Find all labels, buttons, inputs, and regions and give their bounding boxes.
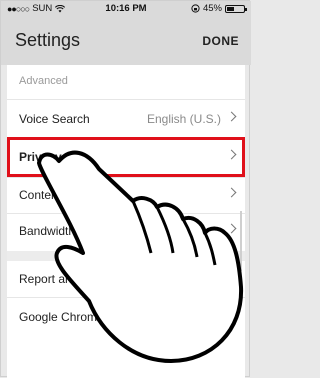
- status-bar: ●●○○○ SUN 10:16 PM 45%: [1, 1, 251, 17]
- google-chrome-label: Google Chrome: [19, 310, 104, 324]
- chevron-right-icon: [226, 187, 237, 198]
- status-right: 45%: [191, 3, 247, 14]
- bandwidth-row[interactable]: Bandwidth: [7, 213, 245, 249]
- voice-search-value: English (U.S.): [146, 112, 221, 126]
- chevron-right-icon: [226, 111, 237, 122]
- settings-list: Advanced Voice Search English (U.S.) Pri…: [7, 65, 245, 378]
- privacy-highlight-box: [7, 137, 245, 177]
- done-button[interactable]: DONE: [202, 34, 239, 48]
- voice-search-row[interactable]: Voice Search English (U.S.): [7, 101, 245, 137]
- content-settings-row[interactable]: Content Settings: [7, 177, 245, 213]
- battery-percent: 45%: [202, 3, 222, 14]
- divider: [7, 297, 245, 298]
- screen-frame: ●●○○○ SUN 10:16 PM 45% Settings DONE Adv…: [0, 0, 251, 378]
- chevron-right-icon: [226, 309, 237, 320]
- page-title: Settings: [15, 30, 81, 50]
- report-issue-label: Report an Issue: [19, 272, 104, 286]
- scrollbar[interactable]: [240, 211, 242, 271]
- section-gap: [7, 251, 245, 261]
- chevron-right-icon: [226, 223, 237, 234]
- report-issue-row[interactable]: Report an Issue: [7, 261, 245, 297]
- section-header-advanced: Advanced: [19, 75, 68, 87]
- bandwidth-label: Bandwidth: [19, 224, 76, 238]
- battery-icon: [225, 4, 247, 13]
- lock-rotation-icon: [191, 4, 200, 13]
- divider: [7, 99, 245, 100]
- content-settings-label: Content Settings: [19, 188, 108, 202]
- voice-search-label: Voice Search: [19, 112, 90, 126]
- battery-fill: [227, 6, 235, 11]
- app-bar: Settings DONE: [1, 17, 251, 65]
- chevron-right-icon: [226, 271, 237, 282]
- google-chrome-row[interactable]: Google Chrome: [7, 299, 245, 335]
